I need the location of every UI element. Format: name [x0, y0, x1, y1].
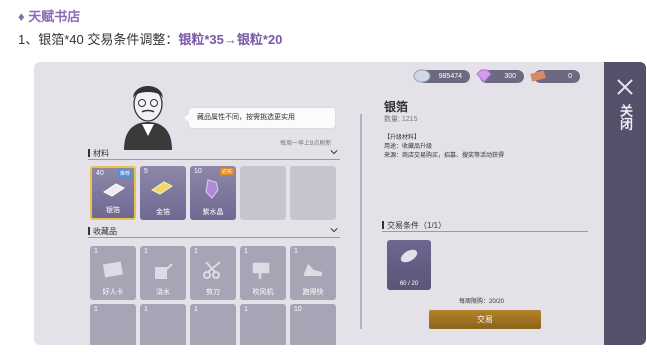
npc-speech-bubble: 藏品属性不同，按需挑选更实用	[184, 108, 335, 128]
silver-grain-icon	[400, 249, 418, 263]
card-icon	[102, 261, 123, 278]
currency-silver: 985474	[413, 69, 470, 83]
amethyst-icon	[205, 179, 219, 199]
trade-conditions-header: 交易条件（1/1）	[382, 220, 588, 232]
collection-slot[interactable]: 1 好人卡	[90, 246, 136, 300]
currency-value: 300	[504, 73, 516, 80]
gem-icon	[476, 69, 492, 83]
trade-button[interactable]: 交易	[429, 310, 541, 329]
silver-coin-icon	[413, 69, 431, 83]
requirement-count: 60 / 20	[399, 281, 419, 287]
collection-slot[interactable]: 1 跑得快	[290, 246, 336, 300]
scissors-icon	[203, 261, 221, 279]
npc-portrait-icon	[124, 86, 172, 150]
collection-slot[interactable]: 1	[240, 304, 286, 345]
slot-label: 浇水	[156, 289, 170, 296]
collection-title: 收藏品	[93, 227, 117, 236]
slot-count: 10	[194, 168, 202, 175]
slot-label: 吹风机	[252, 289, 274, 296]
panel-divider	[360, 114, 362, 329]
item-name: 银箔	[384, 100, 409, 114]
slot-count: 1	[94, 306, 98, 313]
close-icon[interactable]	[616, 78, 634, 96]
hair-dryer-icon	[252, 262, 270, 279]
material-slot-amethyst[interactable]: 10 必买 紫水晶	[190, 166, 236, 220]
recommend-tag: 推荐	[117, 170, 132, 177]
chevron-down-icon[interactable]	[330, 226, 338, 234]
close-label[interactable]: 关闭	[618, 104, 633, 130]
must-buy-tag: 必买	[219, 168, 234, 175]
currency-ticket: 0	[530, 70, 580, 83]
slot-count: 1	[144, 306, 148, 313]
slot-count: 1	[244, 248, 248, 255]
material-slot-gold-foil[interactable]: 5 金箔	[140, 166, 186, 220]
game-window: 关闭 藏品属性不同，按需挑选更实用 每周一早上8点刷新 材料 40 推荐 银箔 …	[34, 62, 646, 345]
slot-count: 5	[144, 168, 148, 175]
slot-count: 10	[294, 306, 302, 313]
collection-slot[interactable]: 1 吹风机	[240, 246, 286, 300]
collection-slot[interactable]: 10	[290, 304, 336, 345]
collection-slot[interactable]: 1 浇水	[140, 246, 186, 300]
slot-label: 紫水晶	[202, 209, 224, 216]
slot-label: 剪刀	[206, 289, 220, 296]
chevron-down-icon[interactable]	[330, 148, 338, 156]
watering-can-icon	[155, 263, 173, 279]
ticket-icon	[530, 70, 546, 82]
gold-foil-icon	[151, 181, 173, 195]
slot-count: 1	[294, 248, 298, 255]
materials-title: 材料	[93, 149, 109, 158]
usage-text: 用途：收藏品升级	[384, 144, 433, 150]
slot-count: 1	[194, 306, 198, 313]
collection-slot[interactable]: 1	[190, 304, 236, 345]
slot-label: 好人卡	[102, 289, 124, 296]
slot-count: 40	[96, 170, 104, 177]
slot-count: 1	[244, 306, 248, 313]
trade-requirement-slot[interactable]: 60 / 20	[387, 240, 431, 290]
slot-label: 金箔	[156, 209, 170, 216]
silver-foil-icon	[103, 183, 125, 197]
article-line-highlight: 银粒*35→银粒*20	[178, 32, 283, 47]
currency-value: 985474	[438, 73, 462, 80]
refresh-note: 每周一早上8点刷新	[280, 141, 332, 147]
article-line: 1、银箔*40 交易条件调整：银粒*35→银粒*20	[18, 29, 282, 48]
upgrade-title: 【升级材料】	[384, 135, 421, 141]
item-description: 【升级材料】 用途：收藏品升级 来源：商店交易购买，招募、搜奖等活动获得	[384, 134, 504, 161]
materials-header[interactable]: 材料	[88, 148, 340, 160]
collection-slot[interactable]: 1	[90, 304, 136, 345]
section-bar	[88, 227, 90, 235]
source-text: 来源：商店交易购买，招募、搜奖等活动获得	[384, 153, 505, 159]
empty-slot	[290, 166, 336, 220]
empty-slot	[240, 166, 286, 220]
slot-count: 1	[194, 248, 198, 255]
slot-count: 1	[94, 248, 98, 255]
currency-gem: 300	[476, 69, 524, 83]
trade-title: 交易条件（1/1）	[387, 221, 447, 230]
slot-count: 1	[144, 248, 148, 255]
screenshot: ♦ 天赋书店 1、银箔*40 交易条件调整：银粒*35→银粒*20 关闭 藏品属…	[0, 0, 647, 358]
collection-slot[interactable]: 1 剪刀	[190, 246, 236, 300]
collection-slot[interactable]: 1	[140, 304, 186, 345]
slot-label: 跑得快	[302, 289, 324, 296]
weekly-limit: 每周限购：20/20	[459, 299, 505, 305]
currency-value: 0	[568, 73, 572, 80]
collection-header[interactable]: 收藏品	[88, 226, 340, 238]
slot-label: 银箔	[106, 207, 120, 214]
shoe-icon	[304, 264, 322, 276]
section-bar	[382, 221, 384, 229]
article-line-prefix: 1、银箔*40 交易条件调整：	[18, 32, 179, 47]
item-quantity: 数量: 1215	[384, 116, 418, 123]
article-title: ♦ 天赋书店	[18, 9, 81, 24]
section-bar	[88, 149, 90, 157]
close-strip[interactable]: 关闭	[604, 62, 646, 345]
material-slot-silver-foil[interactable]: 40 推荐 银箔	[90, 166, 136, 220]
